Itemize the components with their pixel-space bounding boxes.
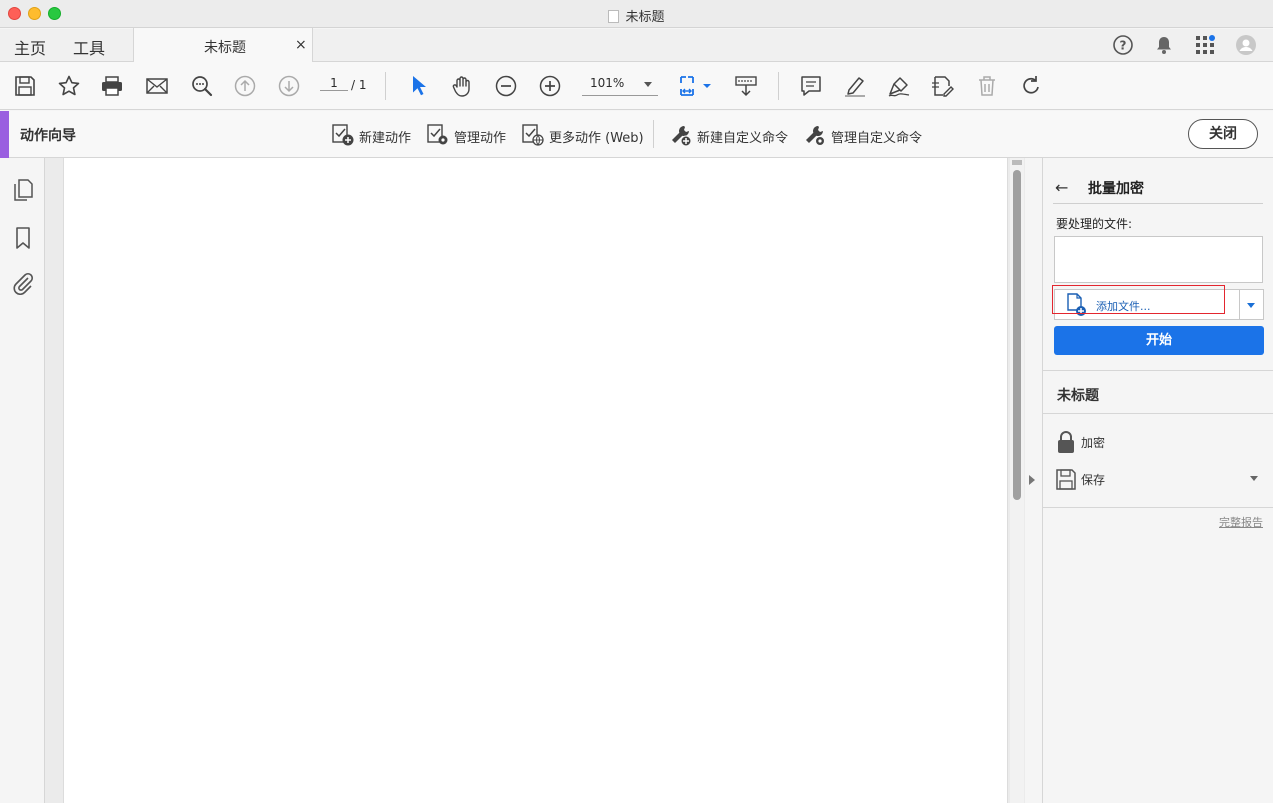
toolbar-divider (385, 72, 386, 100)
step-encrypt-label: 加密 (1081, 436, 1106, 450)
tool-title: 动作向导 (20, 128, 76, 144)
hand-icon[interactable] (450, 74, 474, 98)
lock-icon (1058, 431, 1074, 453)
panel-divider (1043, 507, 1273, 508)
tab-document[interactable]: 未标题 × (133, 28, 313, 63)
start-button[interactable]: 开始 (1054, 326, 1264, 355)
search-zoom-icon[interactable] (190, 74, 214, 98)
help-icon[interactable]: ? (1112, 34, 1134, 56)
save-icon (1056, 469, 1076, 490)
document-page[interactable] (63, 158, 1008, 803)
step-encrypt[interactable]: 加密 (1055, 430, 1265, 454)
highlight-icon[interactable] (843, 74, 867, 98)
trash-icon[interactable] (975, 74, 999, 98)
toolbar-divider (778, 72, 779, 100)
page-down-icon[interactable] (277, 74, 301, 98)
bell-icon[interactable] (1153, 34, 1175, 56)
action-wizard-bar: 动作向导 新建动作 管理动作 更多动作 (Web) 新建自定义命令 管理自定义命… (0, 111, 1273, 158)
new-action-icon (332, 124, 354, 146)
new-action-button[interactable]: 新建动作 (331, 123, 413, 147)
zoom-out-icon[interactable] (494, 74, 518, 98)
scroll-mode-icon[interactable] (734, 74, 758, 98)
close-tool-button[interactable]: 关闭 (1188, 119, 1258, 149)
panel-divider (1053, 203, 1263, 204)
scrollbar-thumb[interactable] (1013, 170, 1021, 500)
zoom-in-icon[interactable] (538, 74, 562, 98)
pages-icon[interactable] (11, 178, 35, 202)
right-task-panel: ← 批量加密 要处理的文件: 添加文件... 开始 未标题 加密 保存 完整报告 (1042, 158, 1273, 803)
vertical-scrollbar[interactable] (1010, 158, 1024, 803)
new-custom-command-button[interactable]: 新建自定义命令 (669, 123, 791, 147)
save-icon[interactable] (13, 74, 37, 98)
title-bar: 未标题 (0, 0, 1273, 28)
document-viewport[interactable] (45, 158, 1025, 803)
more-actions-web-button[interactable]: 更多动作 (Web) (521, 123, 644, 147)
collapse-right-panel-icon[interactable] (1029, 475, 1035, 485)
web-action-icon (522, 124, 544, 146)
add-files-dropdown[interactable] (1240, 289, 1264, 320)
panel-divider (1043, 370, 1273, 371)
panel-title: 批量加密 (1088, 181, 1144, 197)
close-tab-icon[interactable]: × (295, 37, 307, 53)
chevron-down-icon (644, 82, 652, 87)
scroll-up-arrow[interactable] (1012, 160, 1022, 165)
comment-icon[interactable] (799, 74, 823, 98)
tool-accent (0, 111, 9, 158)
avatar[interactable] (1235, 34, 1257, 56)
bookmark-icon[interactable] (11, 226, 35, 250)
fit-page-icon[interactable] (678, 74, 712, 98)
new-command-icon (672, 126, 692, 147)
bookmark-star-icon[interactable] (57, 74, 81, 98)
left-navigation-rail (0, 158, 45, 803)
file-list-box[interactable] (1054, 236, 1263, 283)
svg-text:?: ? (1120, 39, 1127, 53)
manage-command-icon (806, 126, 825, 146)
back-arrow-icon[interactable]: ← (1055, 178, 1068, 197)
document-name: 未标题 (1057, 388, 1099, 404)
highlight-annotation (1052, 285, 1225, 314)
select-cursor-icon[interactable] (407, 74, 431, 98)
action-divider (653, 120, 654, 148)
tab-home[interactable]: 主页 (14, 35, 46, 59)
manage-action-icon (427, 124, 448, 145)
tab-bar: 主页 工具 未标题 × ? (0, 28, 1273, 63)
full-report-link[interactable]: 完整报告 (1219, 514, 1263, 530)
files-label: 要处理的文件: (1056, 217, 1133, 231)
chevron-down-icon[interactable] (1250, 476, 1258, 481)
document-icon (608, 10, 620, 23)
panel-divider (1043, 413, 1273, 414)
manage-action-button[interactable]: 管理动作 (426, 123, 508, 147)
page-total: / 1 (351, 78, 367, 92)
tab-document-label: 未标题 (204, 40, 246, 56)
manage-custom-command-button[interactable]: 管理自定义命令 (803, 123, 925, 147)
zoom-select[interactable]: 101% (582, 76, 658, 96)
edit-doc-icon[interactable] (930, 74, 954, 98)
sign-icon[interactable] (887, 74, 911, 98)
mail-icon[interactable] (145, 74, 169, 98)
rotate-icon[interactable] (1019, 74, 1043, 98)
page-number-input[interactable]: 1 (320, 76, 348, 91)
step-save[interactable]: 保存 (1055, 467, 1265, 491)
main-toolbar: 1 / 1 101% (0, 62, 1273, 110)
tab-tools[interactable]: 工具 (73, 35, 105, 59)
window-title: 未标题 (0, 6, 1273, 25)
apps-grid-icon[interactable] (1194, 34, 1216, 56)
attachment-icon[interactable] (11, 271, 35, 295)
page-up-icon[interactable] (233, 74, 257, 98)
step-save-label: 保存 (1081, 473, 1106, 487)
chevron-down-icon (1247, 303, 1255, 308)
print-icon[interactable] (100, 74, 124, 98)
